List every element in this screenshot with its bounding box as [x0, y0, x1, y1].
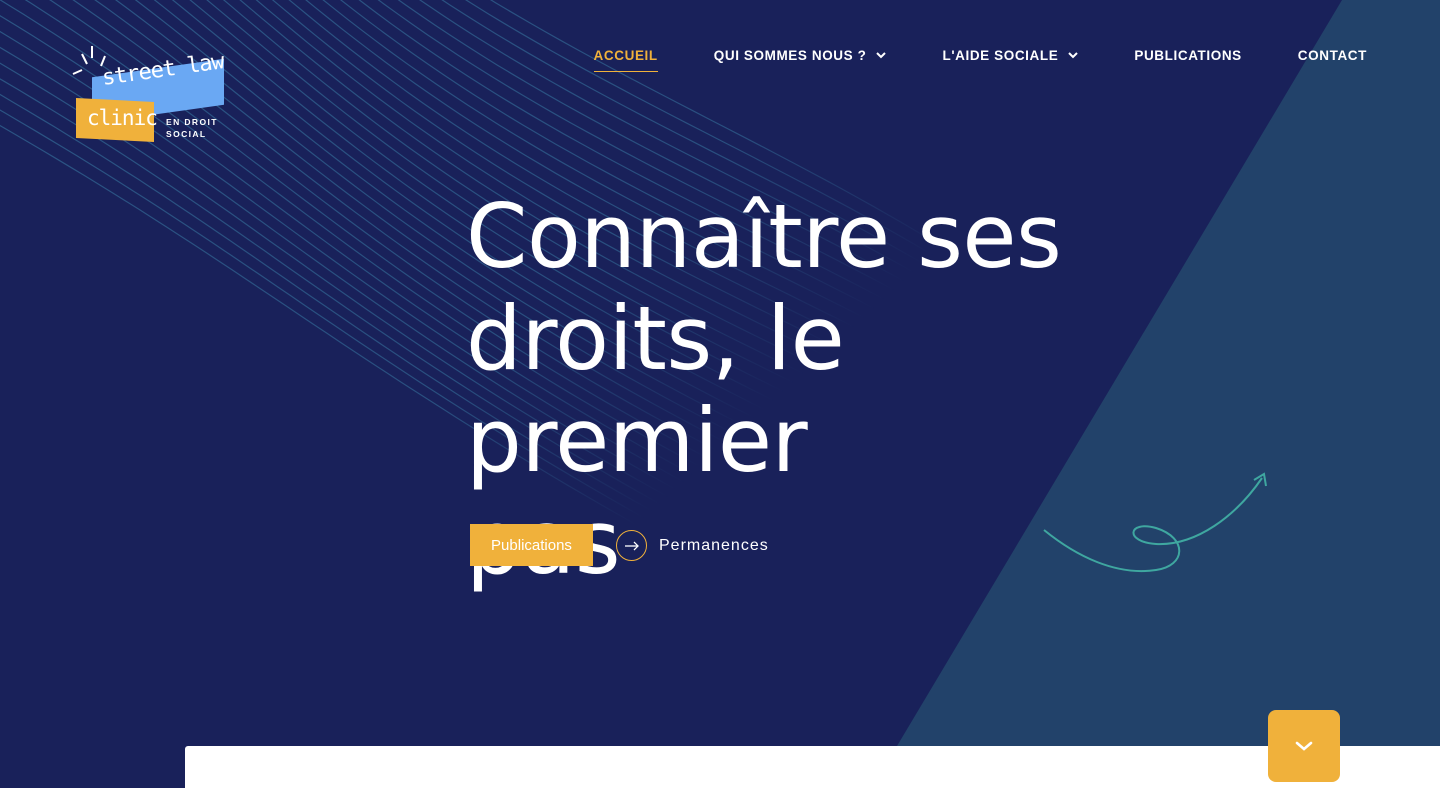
logo-sub2: SOCIAL [166, 129, 207, 139]
nav-item-contact[interactable]: CONTACT [1298, 44, 1367, 66]
nav-item-accueil[interactable]: ACCUEIL [593, 44, 658, 72]
chevron-down-icon [1295, 741, 1313, 751]
logo-line2: clinic [87, 106, 158, 130]
nav-item-aide-sociale[interactable]: L'AIDE SOCIALE [942, 44, 1079, 66]
nav-label: QUI SOMMES NOUS ? [713, 47, 867, 63]
arrow-right-icon [616, 530, 647, 561]
content-card [185, 746, 1440, 788]
nav-label: PUBLICATIONS [1134, 47, 1242, 63]
permanences-link[interactable]: Permanences [616, 530, 769, 561]
scroll-down-button[interactable] [1268, 710, 1340, 782]
permanences-label: Permanences [659, 536, 769, 554]
logo-subtitle: EN DROIT SOCIAL [166, 116, 218, 140]
nav-item-publications[interactable]: PUBLICATIONS [1134, 44, 1241, 66]
hero-title-line1: Connaître ses [466, 185, 1062, 288]
main-nav: ACCUEIL QUI SOMMES NOUS ? L'AIDE SOCIALE… [538, 44, 1367, 72]
chevron-down-icon [1068, 52, 1079, 59]
nav-item-qui-sommes-nous[interactable]: QUI SOMMES NOUS ? [714, 44, 887, 66]
nav-label: CONTACT [1297, 47, 1367, 63]
site-logo[interactable]: street law clinic EN DROIT SOCIAL [70, 44, 230, 148]
chevron-down-icon [876, 52, 887, 59]
publications-button[interactable]: Publications [470, 524, 593, 566]
hero-title-line2: droits, le premier [466, 287, 845, 492]
logo-sub1: EN DROIT [166, 117, 218, 127]
squiggle-arrow-icon [1043, 472, 1267, 572]
nav-label: L'AIDE SOCIALE [942, 47, 1059, 63]
nav-label: ACCUEIL [593, 47, 658, 63]
